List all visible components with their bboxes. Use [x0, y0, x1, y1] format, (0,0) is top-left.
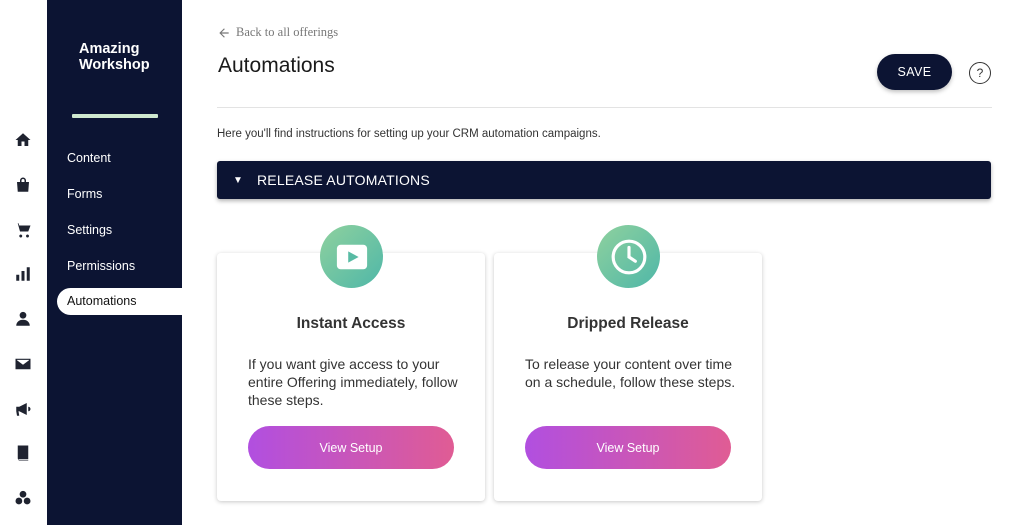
user-icon[interactable] [12, 308, 34, 330]
header-divider [217, 107, 992, 108]
back-link[interactable]: Back to all offerings [217, 25, 338, 40]
card-description: If you want give access to your entire O… [248, 356, 458, 408]
view-setup-button[interactable]: View Setup [248, 426, 454, 469]
bar-chart-icon[interactable] [12, 263, 34, 285]
card-title: Dripped Release [567, 315, 689, 332]
sidebar-item-permissions[interactable]: Permissions [57, 253, 182, 280]
store-icon[interactable] [12, 174, 34, 196]
icon-rail [0, 0, 47, 525]
megaphone-icon[interactable] [12, 398, 34, 420]
cart-icon[interactable] [12, 219, 34, 241]
section-title: RELEASE AUTOMATIONS [257, 172, 430, 188]
sidebar-item-settings[interactable]: Settings [57, 217, 182, 244]
mail-icon[interactable] [12, 353, 34, 375]
book-icon[interactable] [12, 442, 34, 464]
home-icon[interactable] [12, 129, 34, 151]
release-automations-toggle[interactable]: ▼ RELEASE AUTOMATIONS [217, 161, 991, 199]
instant-access-card: Instant Access If you want give access t… [217, 225, 485, 501]
sidebar-item-automations[interactable]: Automations [57, 288, 182, 315]
dripped-release-card: Dripped Release To release your content … [494, 225, 762, 501]
view-setup-button[interactable]: View Setup [525, 426, 731, 469]
caret-down-icon: ▼ [233, 174, 243, 186]
back-link-label: Back to all offerings [236, 25, 339, 39]
sidebar-item-forms[interactable]: Forms [57, 181, 182, 208]
sidebar-item-content[interactable]: Content [57, 145, 182, 172]
card-description: To release your content over time on a s… [525, 356, 736, 390]
main-content: Back to all offerings Automations SAVE ?… [217, 0, 992, 525]
page-title: Automations [218, 54, 335, 77]
brand-name: Amazing Workshop [79, 41, 150, 73]
intro-text: Here you'll find instructions for settin… [217, 128, 601, 140]
brand-underline [72, 114, 158, 118]
arrow-left-icon [219, 27, 229, 38]
community-icon[interactable] [12, 487, 34, 509]
play-icon [320, 225, 383, 288]
help-icon[interactable]: ? [969, 62, 991, 84]
clock-icon [597, 225, 660, 288]
sidebar: Amazing Workshop Content Forms Settings … [47, 0, 182, 525]
save-button[interactable]: SAVE [877, 54, 952, 90]
card-title: Instant Access [296, 315, 406, 332]
